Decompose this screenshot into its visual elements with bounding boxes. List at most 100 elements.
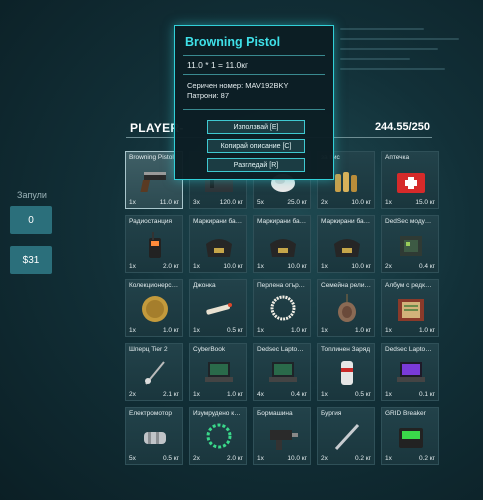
inventory-slot[interactable]: Dedsec Laptop ... 4x 0.4 кг — [253, 343, 311, 401]
item-weight: 1.0 кг — [354, 327, 371, 334]
inventory-slot[interactable]: Семейна реликва 1x 1.0 кг — [317, 279, 375, 337]
inventory-slot[interactable]: Маркирани банк... 1x 10.0 кг — [189, 215, 247, 273]
item-quantity: 1x — [193, 263, 200, 270]
drill-bit-icon — [330, 422, 364, 452]
item-quantity: 5x — [257, 199, 264, 206]
coin-icon — [138, 294, 172, 324]
inventory-slot[interactable]: Бургия 2x 0.2 кг — [317, 407, 375, 465]
inventory-slot[interactable]: Перлена огърли... 1x 1.0 кг — [253, 279, 311, 337]
inventory-slot[interactable]: Шперц Tier 2 2x 2.1 кг — [125, 343, 183, 401]
item-weight: 2.0 кг — [226, 455, 243, 462]
inventory-slot[interactable]: Топлинен Заряд 1x 0.5 кг — [317, 343, 375, 401]
use-button[interactable]: Използвай [E] — [207, 120, 305, 134]
item-name: Шперц Tier 2 — [129, 346, 168, 353]
inventory-weight: 244.55/250 — [374, 121, 430, 133]
item-weight: 11.0 кг — [159, 199, 179, 206]
radio-icon — [138, 230, 172, 260]
inventory-slot[interactable]: Маркирани банк... 1x 10.0 кг — [253, 215, 311, 273]
item-quantity: 1x — [193, 391, 200, 398]
item-weight: 2.0 кг — [162, 263, 179, 270]
item-name: Топлинен Заряд — [321, 346, 371, 353]
inventory-slot[interactable]: CyberBook 1x 1.0 кг — [189, 343, 247, 401]
item-name: Джонка — [193, 282, 216, 289]
inventory-slot[interactable]: Аптечка 1x 15.0 кг — [381, 151, 439, 209]
item-tooltip: Browning Pistol 11.0 * 1 = 11.0кг Сериче… — [174, 25, 334, 180]
item-quantity: 4x — [257, 391, 264, 398]
copy-description-button[interactable]: Копирай описание [C] — [207, 139, 305, 153]
inventory-slot[interactable]: DedSec модул G... 2x 0.4 кг — [381, 215, 439, 273]
inventory-slot[interactable]: GRID Breaker 1x 0.2 кг — [381, 407, 439, 465]
item-quantity: 2x — [129, 391, 136, 398]
item-weight: 120.0 кг — [219, 199, 243, 206]
item-name: Бургия — [321, 410, 342, 417]
laptop-icon — [266, 358, 300, 388]
item-weight: 2.1 кг — [162, 391, 179, 398]
item-quantity: 1x — [321, 327, 328, 334]
item-weight: 0.5 кг — [354, 391, 371, 398]
item-quantity: 1x — [385, 391, 392, 398]
item-quantity: 2x — [193, 455, 200, 462]
item-weight: 10.0 кг — [351, 199, 371, 206]
inventory-slot[interactable]: Dedsec Laptop ... 1x 0.1 кг — [381, 343, 439, 401]
item-quantity: 2x — [385, 263, 392, 270]
item-weight: 1.0 кг — [290, 327, 307, 334]
inventory-slot[interactable]: Изумрудено кол... 2x 2.0 кг — [189, 407, 247, 465]
item-weight: 10.0 кг — [223, 263, 243, 270]
left-panel: Запули 0 $31 — [10, 190, 54, 286]
inventory-slot[interactable]: Маркирани банк... 1x 10.0 кг — [317, 215, 375, 273]
item-name: Dedsec Laptop ... — [257, 346, 307, 353]
item-name: DedSec модул G... — [385, 218, 435, 225]
count-button[interactable]: 0 — [10, 206, 52, 234]
item-weight: 1.0 кг — [226, 391, 243, 398]
laptop-icon — [202, 358, 236, 388]
item-name: Бормашина — [257, 410, 293, 417]
item-quantity: 1x — [129, 263, 136, 270]
inventory-slot[interactable]: Електромотор 5x 0.5 кг — [125, 407, 183, 465]
inspect-button[interactable]: Разгледай [R] — [207, 158, 305, 172]
item-weight: 0.2 кг — [418, 455, 435, 462]
tooltip-divider — [183, 74, 325, 75]
tooltip-serial: Серичен номер: MAV192BKY — [187, 81, 289, 90]
item-weight: 10.0 кг — [351, 263, 371, 270]
item-name: Изумрудено кол... — [193, 410, 243, 417]
item-weight: 0.1 кг — [418, 391, 435, 398]
grid-breaker-icon — [394, 422, 428, 452]
inventory-slot[interactable]: Бормашина 1x 10.0 кг — [253, 407, 311, 465]
item-quantity: 5x — [129, 455, 136, 462]
tooltip-ammo: Патрони: 87 — [187, 91, 230, 100]
inventory-slot[interactable]: Албум с редки ... 1x 1.0 кг — [381, 279, 439, 337]
inventory-slot[interactable]: Колекционерска... 1x 1.0 кг — [125, 279, 183, 337]
item-quantity: 1x — [129, 199, 136, 206]
item-quantity: 2x — [321, 455, 328, 462]
motor-icon — [138, 422, 172, 452]
item-weight: 0.5 кг — [226, 327, 243, 334]
money-button[interactable]: $31 — [10, 246, 52, 274]
ammo-icon — [330, 166, 364, 196]
medkit-icon — [394, 166, 428, 196]
money-bag-icon — [202, 230, 236, 260]
thermite-icon — [330, 358, 364, 388]
item-weight: 15.0 кг — [415, 199, 435, 206]
item-weight: 1.0 кг — [418, 327, 435, 334]
item-quantity: 1x — [129, 327, 136, 334]
item-quantity: 1x — [321, 263, 328, 270]
lockpick-icon — [138, 358, 172, 388]
item-quantity: 1x — [257, 263, 264, 270]
inventory-slot[interactable]: Радиостанция 1x 2.0 кг — [125, 215, 183, 273]
item-weight: 0.2 кг — [354, 455, 371, 462]
item-quantity: 1x — [257, 455, 264, 462]
item-quantity: 1x — [193, 327, 200, 334]
pendant-icon — [330, 294, 364, 324]
module-icon — [394, 230, 428, 260]
item-weight: 1.0 кг — [162, 327, 179, 334]
item-quantity: 2x — [321, 199, 328, 206]
item-name: Маркирани банк... — [321, 218, 371, 225]
tooltip-divider — [183, 109, 325, 110]
item-name: Browning Pistol — [129, 154, 174, 161]
item-name: GRID Breaker — [385, 410, 426, 417]
pistol-icon — [138, 166, 172, 196]
item-weight: 0.5 кг — [162, 455, 179, 462]
item-weight: 0.4 кг — [418, 263, 435, 270]
tooltip-title: Browning Pistol — [185, 35, 281, 49]
inventory-slot[interactable]: Джонка 1x 0.5 кг — [189, 279, 247, 337]
